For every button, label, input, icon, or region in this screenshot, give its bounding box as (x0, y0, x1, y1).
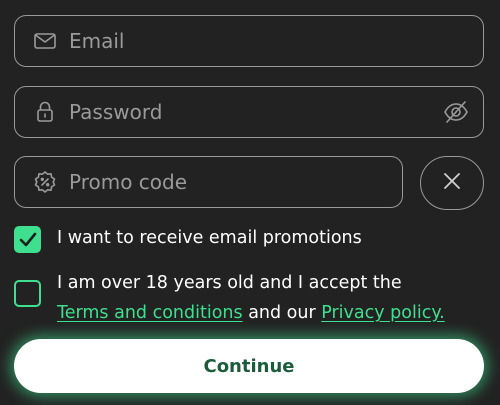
password-input[interactable] (69, 87, 437, 137)
eye-off-icon[interactable] (443, 99, 469, 125)
continue-button[interactable]: Continue (14, 339, 484, 393)
and-our-text: and our (242, 303, 322, 323)
age-terms-checkbox[interactable] (14, 280, 41, 307)
age-terms-text: I am over 18 years old and I accept the (57, 273, 402, 293)
age-terms-links-line: Terms and conditions and our Privacy pol… (57, 298, 445, 328)
privacy-link[interactable]: Privacy policy. (321, 303, 445, 323)
email-field[interactable] (14, 15, 484, 67)
lock-icon (33, 100, 57, 124)
password-field[interactable] (14, 86, 484, 138)
promo-code-field[interactable] (14, 156, 403, 208)
promo-code-input[interactable] (69, 157, 356, 207)
email-promotions-checkbox[interactable] (14, 226, 41, 253)
badge-icon (33, 170, 57, 194)
email-input[interactable] (69, 16, 437, 66)
checkmark-icon (19, 232, 37, 247)
clear-promo-button[interactable] (420, 156, 484, 210)
terms-link[interactable]: Terms and conditions (57, 303, 243, 323)
envelope-icon (33, 29, 57, 53)
close-icon (443, 172, 461, 194)
age-terms-label: I am over 18 years old and I accept the … (57, 268, 445, 328)
email-promotions-label: I want to receive email promotions (57, 228, 362, 248)
